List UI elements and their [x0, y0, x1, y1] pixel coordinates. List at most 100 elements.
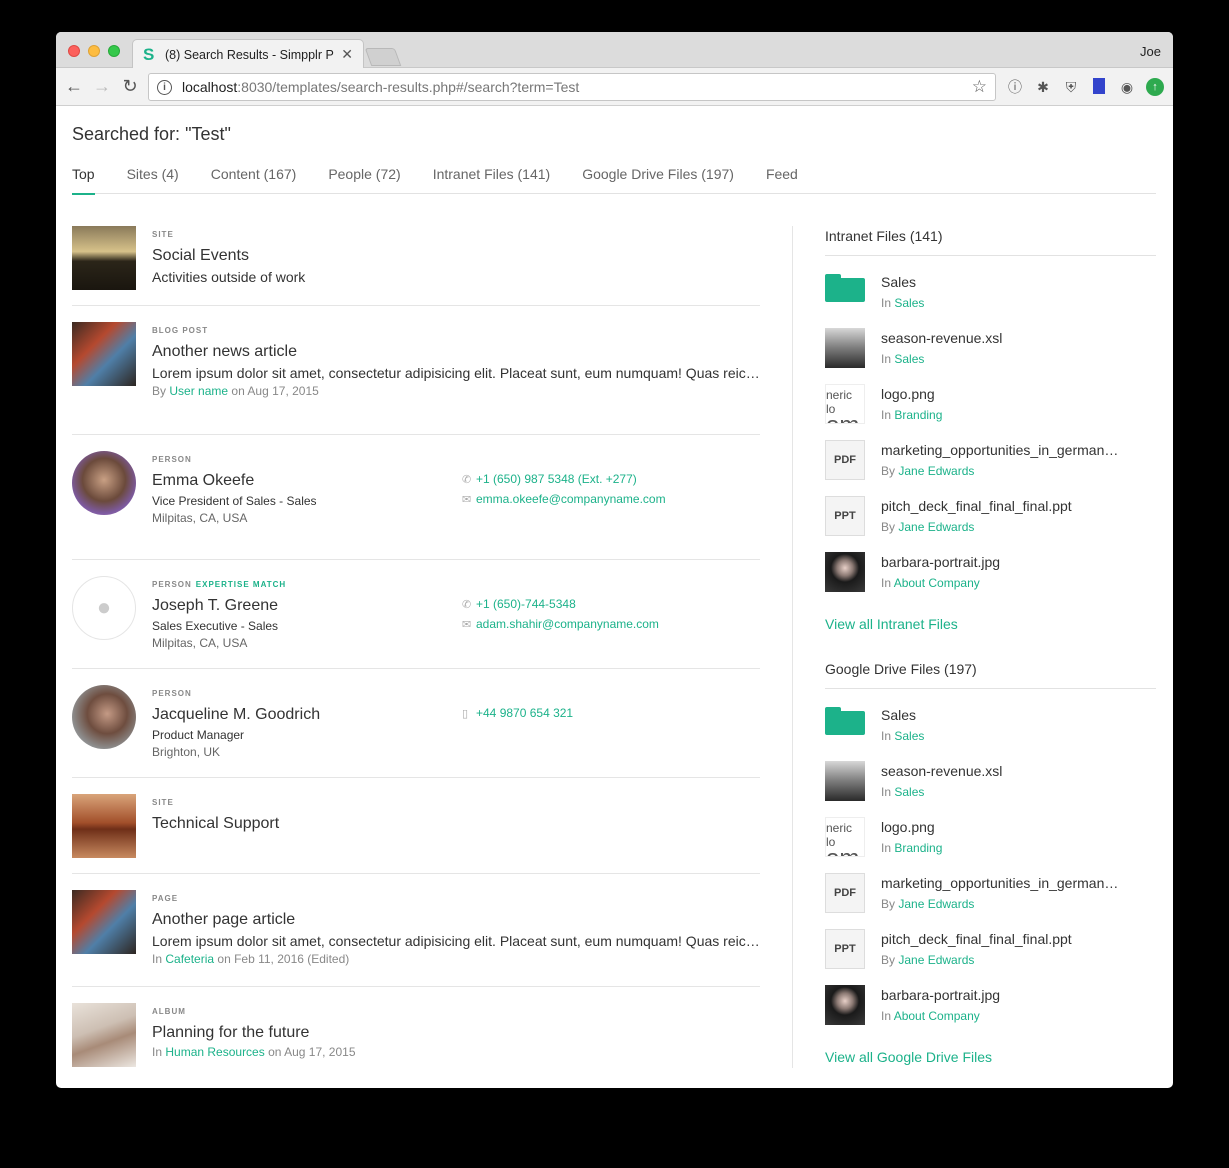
profile-name[interactable]: Joe [1140, 44, 1161, 59]
address-bar[interactable]: i localhost:8030/templates/search-result… [148, 73, 996, 101]
list-item[interactable]: neric loom logo.png In Branding [825, 384, 1156, 440]
phone-link[interactable]: +44 9870 654 321 [476, 706, 573, 720]
new-tab-button[interactable] [364, 48, 402, 66]
intranet-files-heading: Intranet Files (141) [825, 228, 1156, 256]
file-name[interactable]: pitch_deck_final_final_final.ppt [881, 498, 1121, 514]
email-link[interactable]: emma.okeefe@companyname.com [476, 492, 666, 506]
tab-top[interactable]: Top [72, 166, 95, 195]
back-arrow-icon[interactable]: ← [64, 76, 84, 96]
forward-arrow-icon[interactable]: → [92, 76, 112, 96]
avatar[interactable]: ● [72, 576, 136, 640]
file-name[interactable]: Sales [881, 707, 1121, 723]
browser-tab[interactable]: S (8) Search Results - Simpplr P ✕ [132, 39, 364, 69]
file-name[interactable]: barbara-portrait.jpg [881, 554, 1121, 570]
result-title[interactable]: Technical Support [152, 815, 279, 833]
extension-update-icon[interactable]: ↑ [1146, 78, 1164, 96]
list-item[interactable]: season-revenue.xsl In Sales [825, 761, 1156, 817]
list-item[interactable]: season-revenue.xsl In Sales [825, 328, 1156, 384]
file-name[interactable]: barbara-portrait.jpg [881, 987, 1121, 1003]
result-title[interactable]: Another page article [152, 911, 760, 929]
file-location-link[interactable]: Sales [894, 296, 924, 310]
extension-pin-icon[interactable]: ✱ [1034, 78, 1052, 96]
ppt-file-icon: PPT [825, 929, 865, 969]
tab-people[interactable]: People (72) [328, 166, 400, 194]
tab-intranet-files[interactable]: Intranet Files (141) [433, 166, 551, 194]
extension-shield-icon[interactable]: ⛨ [1062, 78, 1080, 96]
result-title[interactable]: Another news article [152, 343, 760, 361]
result-type: PERSON [152, 689, 192, 698]
tab-content[interactable]: Content (167) [211, 166, 297, 194]
file-name[interactable]: season-revenue.xsl [881, 330, 1121, 346]
file-name[interactable]: season-revenue.xsl [881, 763, 1121, 779]
file-location-link[interactable]: Sales [894, 352, 924, 366]
bookmark-star-icon[interactable]: ☆ [972, 77, 987, 97]
list-item[interactable]: SITE Technical Support [72, 778, 760, 874]
file-owner-link[interactable]: Jane Edwards [898, 520, 974, 534]
file-location-link[interactable]: Branding [894, 408, 942, 422]
file-location-link[interactable]: Sales [894, 729, 924, 743]
file-name[interactable]: pitch_deck_final_final_final.ppt [881, 931, 1121, 947]
file-name[interactable]: marketing_opportunities_in_germany.pdf [881, 442, 1121, 458]
file-location-link[interactable]: About Company [894, 576, 980, 590]
result-title[interactable]: Social Events [152, 247, 760, 265]
list-item[interactable]: PAGE Another page article Lorem ipsum do… [72, 874, 760, 987]
file-owner-link[interactable]: Jane Edwards [898, 953, 974, 967]
extension-blue-icon[interactable] [1093, 78, 1105, 94]
list-item[interactable]: BLOG POST Another news article Lorem ips… [72, 322, 760, 435]
file-location-link[interactable]: Sales [894, 785, 924, 799]
file-name[interactable]: logo.png [881, 819, 1121, 835]
file-owner-link[interactable]: Jane Edwards [898, 464, 974, 478]
tab-sites[interactable]: Sites (4) [127, 166, 179, 194]
list-item[interactable]: PDF marketing_opportunities_in_germany.p… [825, 440, 1156, 496]
view-all-google-drive-files-link[interactable]: View all Google Drive Files [825, 1049, 1156, 1065]
list-item[interactable]: PERSON Emma Okeefe Vice President of Sal… [72, 451, 760, 560]
list-item[interactable]: barbara-portrait.jpg In About Company [825, 552, 1156, 608]
info-icon[interactable]: i [157, 79, 172, 95]
person-name[interactable]: Joseph T. Greene [152, 597, 286, 615]
author-link[interactable]: User name [169, 384, 228, 398]
file-location-link[interactable]: About Company [894, 1009, 980, 1023]
view-all-intranet-files-link[interactable]: View all Intranet Files [825, 616, 1156, 632]
list-item[interactable]: SITE Social Events Activities outside of… [72, 226, 760, 306]
avatar[interactable] [72, 451, 136, 515]
person-name[interactable]: Emma Okeefe [152, 472, 317, 490]
site-link[interactable]: Cafeteria [165, 952, 214, 966]
person-name[interactable]: Jacqueline M. Goodrich [152, 706, 320, 724]
list-item[interactable]: PDF marketing_opportunities_in_germany.p… [825, 873, 1156, 929]
file-owner-link[interactable]: Jane Edwards [898, 897, 974, 911]
file-location-link[interactable]: Branding [894, 841, 942, 855]
url-text[interactable]: localhost:8030/templates/search-results.… [182, 79, 972, 95]
page-content: Searched for: "Test" Top Sites (4) Conte… [56, 106, 1173, 1088]
close-window-button[interactable] [68, 45, 80, 57]
list-item[interactable]: ALBUM Planning for the future In Human R… [72, 987, 760, 1083]
list-item[interactable]: PERSON Jacqueline M. Goodrich Product Ma… [72, 669, 760, 778]
result-title[interactable]: Planning for the future [152, 1024, 356, 1042]
list-item[interactable]: PPT pitch_deck_final_final_final.ppt By … [825, 929, 1156, 985]
phone-link[interactable]: +1 (650)-744-5348 [476, 597, 576, 611]
minimize-window-button[interactable] [88, 45, 100, 57]
site-link[interactable]: Human Resources [165, 1045, 264, 1059]
extension-1password-icon[interactable]: ⓘ [1006, 78, 1024, 96]
file-meta: In Sales [881, 352, 925, 366]
person-role: Product Manager [152, 728, 245, 742]
avatar[interactable] [72, 685, 136, 749]
tab-google-drive-files[interactable]: Google Drive Files (197) [582, 166, 734, 194]
file-name[interactable]: logo.png [881, 386, 1121, 402]
list-item[interactable]: neric loom logo.png In Branding [825, 817, 1156, 873]
list-item[interactable]: Sales In Sales [825, 272, 1156, 328]
tab-close-icon[interactable]: ✕ [341, 46, 353, 63]
file-name[interactable]: marketing_opportunities_in_germany.pdf [881, 875, 1121, 891]
tab-feed[interactable]: Feed [766, 166, 798, 194]
list-item[interactable]: barbara-portrait.jpg In About Company [825, 985, 1156, 1041]
extension-camera-icon[interactable]: ◉ [1118, 78, 1136, 96]
list-item[interactable]: PPT pitch_deck_final_final_final.ppt By … [825, 496, 1156, 552]
contact-info: ✆ +1 (650) 987 5348 (Ext. +277) ✉ emma.oke… [462, 469, 666, 509]
result-type: SITE [152, 798, 174, 807]
list-item[interactable]: ● PERSON EXPERTISE MATCH Joseph T. Greene… [72, 560, 760, 669]
reload-icon[interactable]: ↻ [120, 76, 140, 96]
list-item[interactable]: Sales In Sales [825, 705, 1156, 761]
maximize-window-button[interactable] [108, 45, 120, 57]
phone-link[interactable]: +1 (650) 987 5348 (Ext. +277) [476, 472, 637, 486]
file-name[interactable]: Sales [881, 274, 1121, 290]
email-link[interactable]: adam.shahir@companyname.com [476, 617, 659, 631]
